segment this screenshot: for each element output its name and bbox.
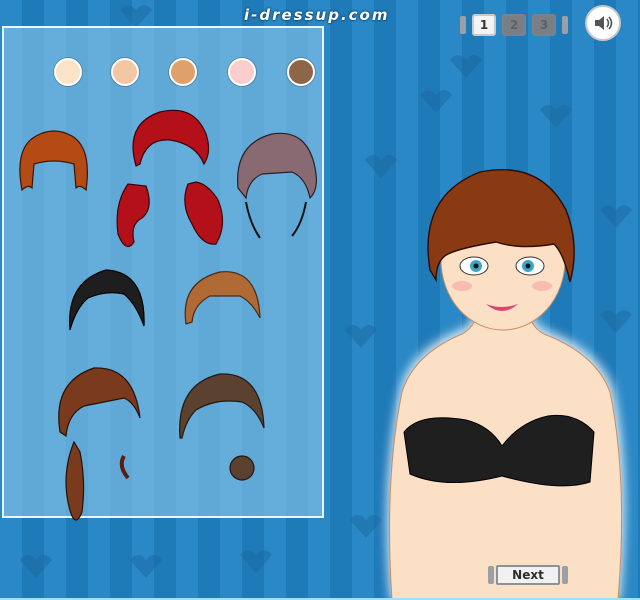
- next-button[interactable]: Next: [488, 564, 568, 586]
- skin-tone-swatch-4[interactable]: [228, 58, 256, 86]
- hair-option-auburn-bob[interactable]: [14, 128, 92, 200]
- hair-option-copper-updo[interactable]: [180, 266, 264, 330]
- next-button-label: Next: [496, 565, 560, 585]
- pager-right-cap: [562, 16, 568, 34]
- site-logo[interactable]: i-dressup.com: [244, 6, 389, 24]
- hair-option-mauve-long[interactable]: [232, 128, 320, 244]
- sound-toggle-button[interactable]: [585, 5, 621, 41]
- hair-option-brown-ponytail[interactable]: [44, 362, 148, 538]
- page-button-1[interactable]: 1: [472, 14, 496, 36]
- skin-tone-swatch-5[interactable]: [287, 58, 315, 86]
- doll-model: [386, 168, 625, 600]
- game-stage: i-dressup.com 1 2 3 Next: [0, 0, 640, 600]
- hair-option-brown-side-bun[interactable]: [176, 368, 268, 488]
- hair-option-red-long-wavy[interactable]: [106, 104, 232, 256]
- skin-tone-swatch-1[interactable]: [54, 58, 82, 86]
- pager-left-cap: [460, 16, 466, 34]
- wardrobe-panel: [2, 26, 324, 521]
- next-left-cap: [488, 566, 494, 584]
- skin-tone-swatch-3[interactable]: [169, 58, 197, 86]
- page-button-3[interactable]: 3: [532, 14, 556, 36]
- page-selector: 1 2 3: [460, 14, 568, 36]
- next-right-cap: [562, 566, 568, 584]
- speaker-icon: [595, 16, 613, 30]
- page-button-2[interactable]: 2: [502, 14, 526, 36]
- hair-option-black-short[interactable]: [66, 264, 148, 336]
- skin-tone-swatch-2[interactable]: [111, 58, 139, 86]
